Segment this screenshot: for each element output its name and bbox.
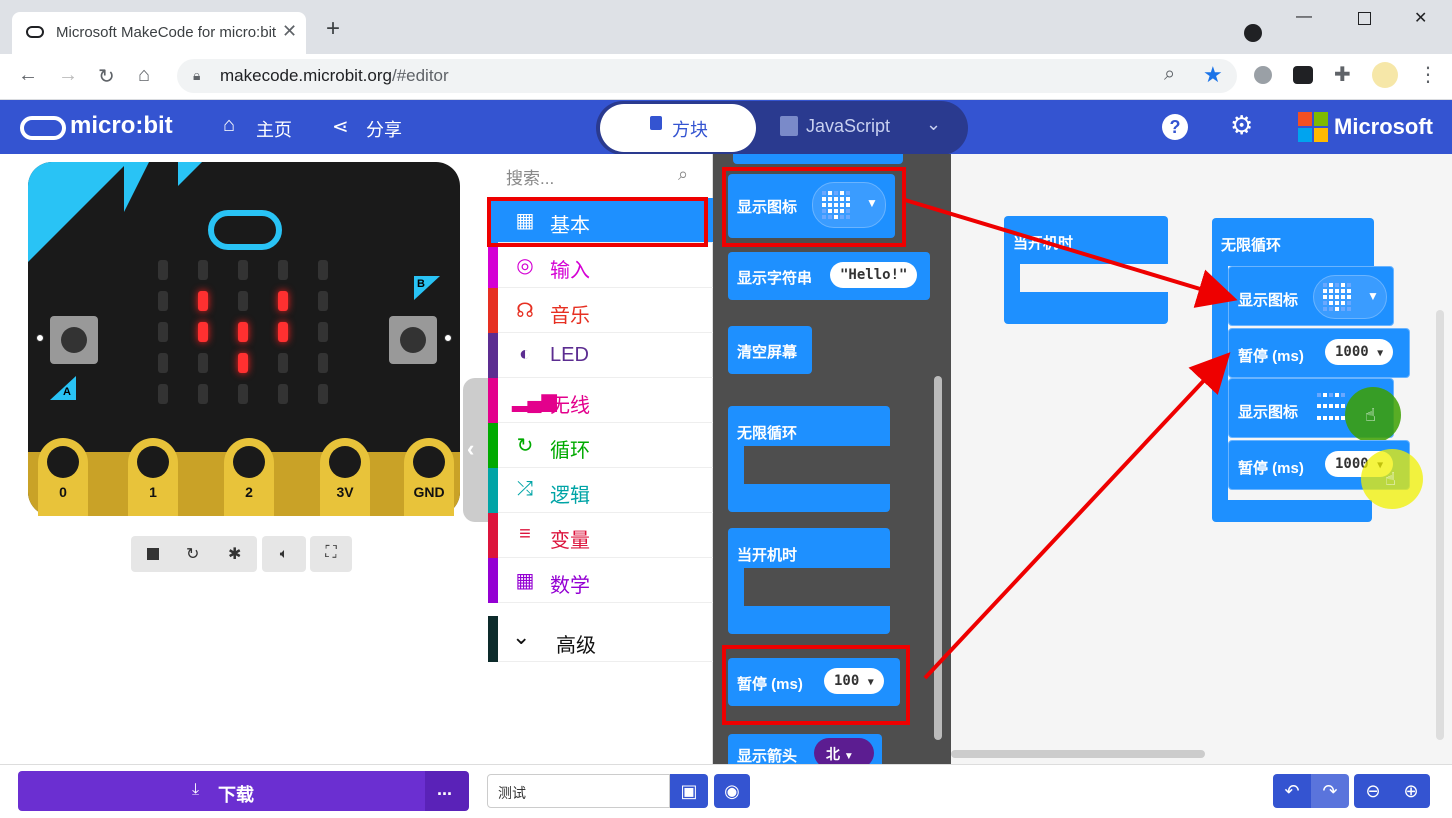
download-button[interactable]: ⤓ 下载 [18, 771, 425, 811]
save-disk-icon: ▣ [680, 781, 698, 801]
redo-icon: ↷ [1322, 781, 1338, 801]
download-icon: ⤓ [192, 781, 200, 798]
redo-button[interactable]: ↷ [1311, 774, 1349, 808]
annotation-arrows [904, 198, 1238, 680]
plus-icon: ⊕ [1403, 781, 1419, 801]
undo-icon: ↶ [1284, 781, 1300, 801]
github-button[interactable]: ◉ [714, 774, 750, 808]
arrow-pause [923, 352, 1231, 680]
github-icon: ◉ [724, 781, 740, 801]
zoom-out-button[interactable]: ⊖ [1354, 774, 1392, 808]
save-button[interactable]: ▣ [670, 774, 708, 808]
arrow-show-icon [904, 198, 1238, 308]
download-more-button[interactable]: ... [425, 771, 469, 811]
project-name-input[interactable]: 测试 [487, 774, 670, 808]
minus-icon: ⊖ [1365, 781, 1381, 801]
undo-button[interactable]: ↶ [1273, 774, 1311, 808]
zoom-in-button[interactable]: ⊕ [1392, 774, 1430, 808]
